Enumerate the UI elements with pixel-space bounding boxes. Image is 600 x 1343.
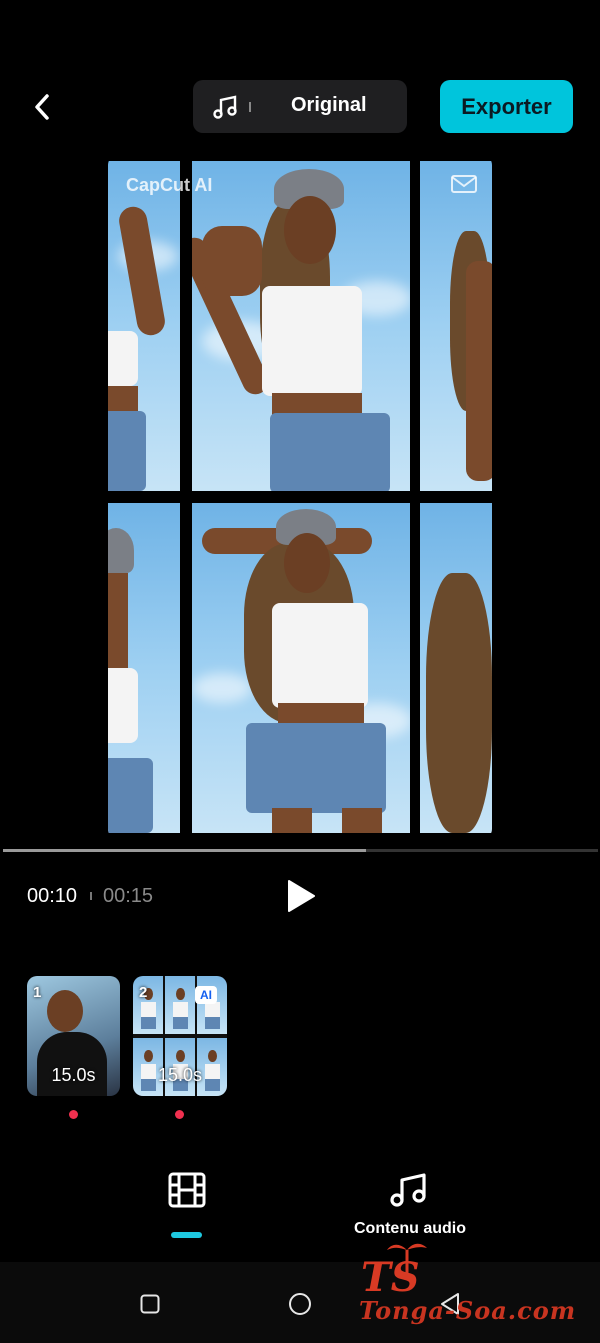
clip-duration: 15.0s: [157, 1065, 203, 1085]
site-watermark-logo: TS Tonga-Soa.com: [355, 1236, 595, 1336]
capcut-watermark: CapCut AI: [126, 175, 213, 195]
playback-progress: [3, 849, 366, 852]
active-tab-indicator: [171, 1232, 202, 1238]
clip-index: 1: [33, 984, 42, 1001]
music-note-icon: [390, 1173, 426, 1207]
tab-video[interactable]: [166, 1170, 208, 1210]
audio-selector-button[interactable]: Original: [193, 80, 407, 133]
audio-selector-label: Original: [291, 94, 367, 116]
collage-panel: [420, 161, 492, 491]
clip-marker-dot: [175, 1110, 184, 1119]
tab-audio[interactable]: [388, 1170, 430, 1210]
time-divider: [90, 892, 92, 900]
music-note-icon: [213, 95, 237, 119]
export-button[interactable]: Exporter: [440, 80, 573, 133]
current-time: 00:10: [27, 885, 78, 907]
thumbnail-body: [37, 1032, 107, 1096]
clip-marker-dot: [69, 1110, 78, 1119]
thumbnail-face: [47, 990, 83, 1032]
play-button[interactable]: [284, 878, 318, 914]
divider: [249, 101, 251, 112]
collage-panel: [192, 503, 410, 833]
video-preview[interactable]: CapCut AI: [108, 155, 492, 839]
collage-panel: [108, 503, 180, 833]
film-strip-icon: [168, 1172, 206, 1208]
logo-initials: TS: [361, 1254, 420, 1301]
clip-thumbnail-1[interactable]: 1 15.0s: [27, 976, 120, 1096]
collage-panel: [108, 161, 180, 491]
total-time: 00:15: [103, 885, 154, 907]
home-icon[interactable]: [288, 1292, 312, 1316]
playback-scrubber[interactable]: [3, 849, 598, 852]
collage-panel: [192, 161, 410, 491]
collage-panel: [420, 503, 492, 833]
clip-thumbnail-2[interactable]: 2 AI 15.0s: [133, 976, 227, 1096]
site-name: Tonga-Soa.com: [359, 1296, 577, 1325]
top-bar: Original Exporter: [0, 0, 600, 150]
play-icon: [288, 880, 315, 912]
ai-badge: AI: [195, 986, 217, 1004]
clip-duration: 15.0s: [51, 1065, 96, 1085]
chevron-left-icon: [35, 94, 49, 120]
back-button[interactable]: [22, 86, 62, 128]
clip-index: 2: [139, 984, 148, 1001]
envelope-icon: [451, 175, 477, 193]
recent-apps-icon[interactable]: [140, 1294, 160, 1314]
